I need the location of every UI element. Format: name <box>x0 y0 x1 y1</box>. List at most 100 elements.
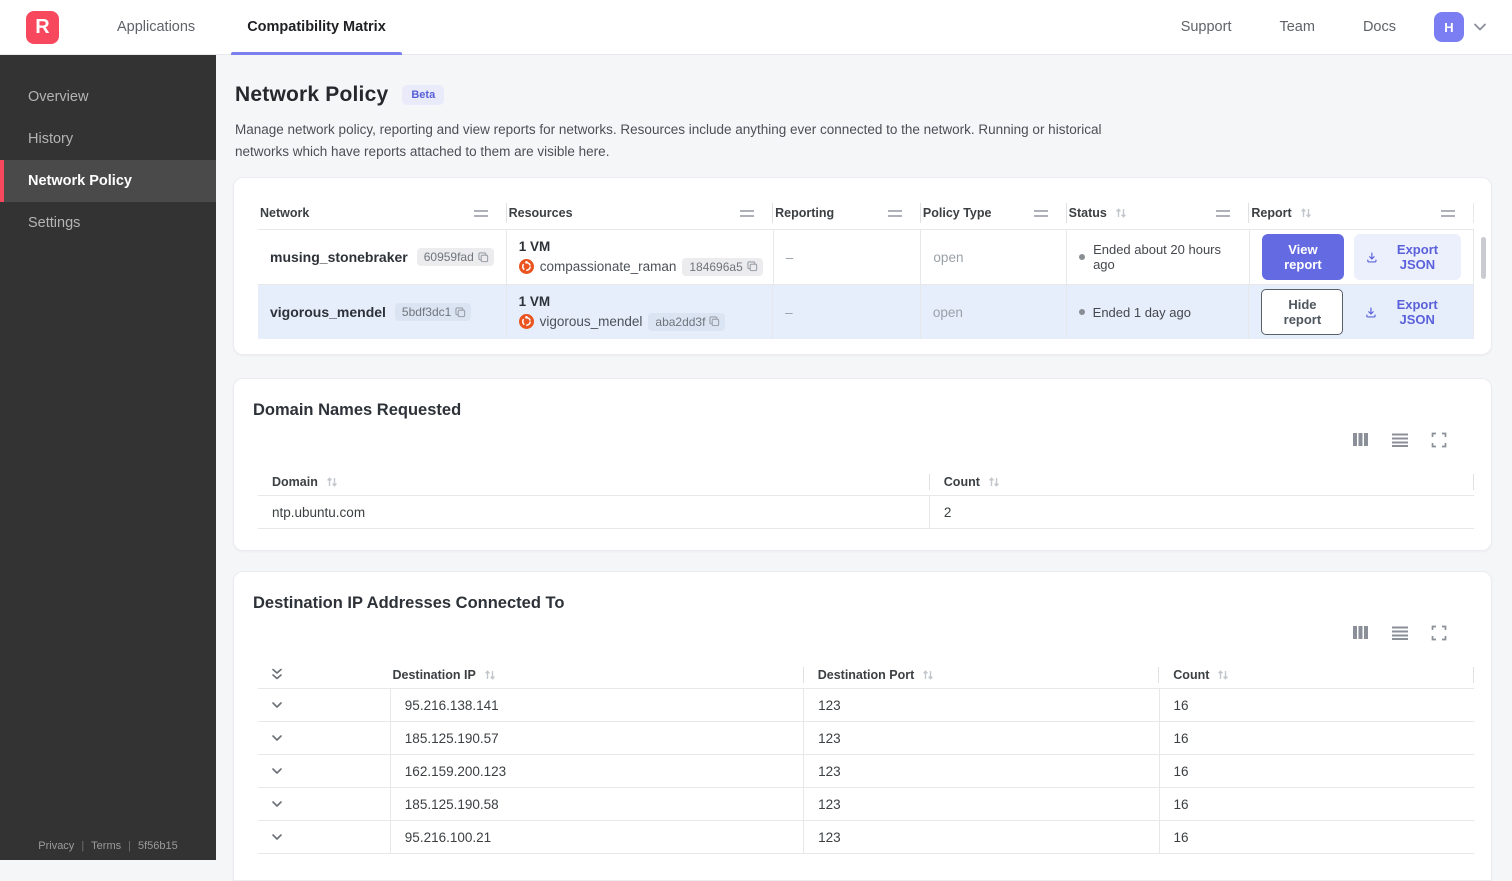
column-resize-icon[interactable] <box>740 209 762 217</box>
destinations-toolbar <box>1352 624 1447 641</box>
row-expander[interactable] <box>258 821 391 853</box>
expand-all-icon[interactable] <box>270 667 284 682</box>
sort-icon[interactable] <box>483 668 497 682</box>
terms-link[interactable]: Terms <box>91 840 121 852</box>
column-label: Reporting <box>775 206 835 220</box>
export-json-button[interactable]: Export JSON <box>1353 289 1461 335</box>
export-json-button[interactable]: Export JSON <box>1354 234 1461 280</box>
nav-link-team[interactable]: Team <box>1259 19 1334 35</box>
copy-icon[interactable] <box>709 316 720 327</box>
sidebar-item-history[interactable]: History <box>0 118 216 160</box>
sort-icon[interactable] <box>1216 668 1230 682</box>
copy-icon[interactable] <box>478 251 489 263</box>
expand-all-header[interactable] <box>258 667 390 683</box>
sidebar: Overview History Network Policy Settings… <box>0 55 216 860</box>
column-header-domain[interactable]: Domain <box>258 474 929 490</box>
status-text: Ended about 20 hours ago <box>1093 242 1221 272</box>
copy-icon[interactable] <box>747 261 758 272</box>
chevron-down-icon <box>272 834 282 840</box>
sidebar-item-overview[interactable]: Overview <box>0 76 216 118</box>
tab-applications[interactable]: Applications <box>91 0 221 55</box>
sort-icon[interactable] <box>921 668 935 682</box>
column-resize-icon[interactable] <box>1441 209 1463 217</box>
networks-card: Network Resources Reporting Policy Type … <box>233 177 1492 355</box>
destination-row[interactable]: 185.125.190.57 123 16 <box>258 722 1474 755</box>
column-label: Domain <box>272 474 318 489</box>
sort-icon[interactable] <box>1114 206 1128 220</box>
destination-row[interactable]: 162.159.200.123 123 16 <box>258 755 1474 788</box>
column-header-count[interactable]: Count <box>930 474 1473 490</box>
fullscreen-icon[interactable] <box>1431 432 1447 448</box>
count-cell: 2 <box>943 504 952 520</box>
column-header-status[interactable]: Status <box>1067 203 1250 223</box>
beta-badge: Beta <box>402 85 445 105</box>
vm-id-pill: 184696a5 <box>682 257 763 276</box>
table-scrollbar[interactable] <box>1481 237 1486 279</box>
hide-report-button[interactable]: Hide report <box>1261 289 1344 335</box>
column-resize-icon[interactable] <box>1033 209 1056 217</box>
network-row-musing-stonebraker[interactable]: musing_stonebraker 60959fad 1 VM compass… <box>258 229 1474 284</box>
copy-icon[interactable] <box>455 306 466 318</box>
vm-name[interactable]: compassionate_raman <box>540 259 677 274</box>
sort-icon[interactable] <box>325 475 339 489</box>
row-expander[interactable] <box>258 755 391 787</box>
policy-type-cell: open <box>921 230 1068 284</box>
destination-row[interactable]: 185.125.190.58 123 16 <box>258 788 1474 821</box>
row-expander[interactable] <box>258 722 391 754</box>
tab-compatibility-matrix[interactable]: Compatibility Matrix <box>221 0 412 55</box>
columns-view-icon[interactable] <box>1352 624 1369 641</box>
column-header-destination-port[interactable]: Destination Port <box>804 667 1159 683</box>
app-logo[interactable]: R <box>26 10 59 44</box>
sidebar-item-network-policy[interactable]: Network Policy <box>0 160 216 202</box>
destination-row[interactable]: 95.216.138.141 123 16 <box>258 689 1474 722</box>
fullscreen-icon[interactable] <box>1431 625 1447 641</box>
column-header-network[interactable]: Network <box>258 203 507 223</box>
column-resize-icon[interactable] <box>473 209 496 217</box>
network-name: vigorous_mendel <box>270 304 386 320</box>
user-menu-chevron-icon[interactable] <box>1472 19 1488 35</box>
column-header-policy-type[interactable]: Policy Type <box>921 203 1067 223</box>
column-header-report[interactable]: Report <box>1249 203 1474 223</box>
column-resize-icon[interactable] <box>1216 209 1238 217</box>
nav-link-docs[interactable]: Docs <box>1343 19 1416 35</box>
columns-view-icon[interactable] <box>1352 431 1369 448</box>
download-icon <box>1366 306 1377 318</box>
resources-cell: 1 VM compassionate_raman 184696a5 <box>507 230 774 284</box>
column-separator <box>1473 473 1474 490</box>
sort-icon[interactable] <box>987 475 1001 489</box>
sidebar-item-settings[interactable]: Settings <box>0 202 216 244</box>
resources-count: 1 VM <box>518 293 551 309</box>
count-cell: 16 <box>1173 730 1189 746</box>
column-resize-icon[interactable] <box>887 209 910 217</box>
row-expander[interactable] <box>258 689 391 721</box>
rows-view-icon[interactable] <box>1391 432 1409 448</box>
column-header-resources[interactable]: Resources <box>507 203 774 223</box>
resources-cell: 1 VM vigorous_mendel aba2dd3f <box>507 285 774 339</box>
privacy-link[interactable]: Privacy <box>38 840 74 852</box>
network-row-vigorous-mendel[interactable]: vigorous_mendel 5bdf3dc1 1 VM vigorous_m… <box>258 284 1474 339</box>
destinations-card: Destination IP Addresses Connected To De… <box>233 571 1492 881</box>
column-header-destination-ip[interactable]: Destination IP <box>390 667 802 683</box>
sort-icon[interactable] <box>1299 206 1313 220</box>
network-id: 60959fad <box>423 250 474 264</box>
top-nav-right: Support Team Docs H <box>1161 12 1512 42</box>
vm-id-pill: aba2dd3f <box>648 312 726 331</box>
column-label: Policy Type <box>922 206 992 220</box>
destinations-table: Destination IP Destination Port Count 95… <box>258 661 1474 854</box>
chevron-down-icon <box>272 768 282 774</box>
network-name: musing_stonebraker <box>270 249 408 265</box>
user-avatar[interactable]: H <box>1434 12 1464 42</box>
column-label: Count <box>943 474 980 489</box>
reporting-cell: – <box>774 230 922 284</box>
view-report-button[interactable]: View report <box>1261 234 1345 280</box>
nav-link-support[interactable]: Support <box>1161 19 1252 35</box>
top-nav: R Applications Compatibility Matrix Supp… <box>0 0 1512 55</box>
rows-view-icon[interactable] <box>1391 625 1409 641</box>
vm-name[interactable]: vigorous_mendel <box>540 314 643 329</box>
domain-row[interactable]: ntp.ubuntu.com 2 <box>258 496 1474 529</box>
domains-table-header: Domain Count <box>258 468 1474 496</box>
row-expander[interactable] <box>258 788 391 820</box>
destination-row[interactable]: 95.216.100.21 123 16 <box>258 821 1474 854</box>
column-header-count[interactable]: Count <box>1159 667 1473 683</box>
column-header-reporting[interactable]: Reporting <box>773 203 921 223</box>
